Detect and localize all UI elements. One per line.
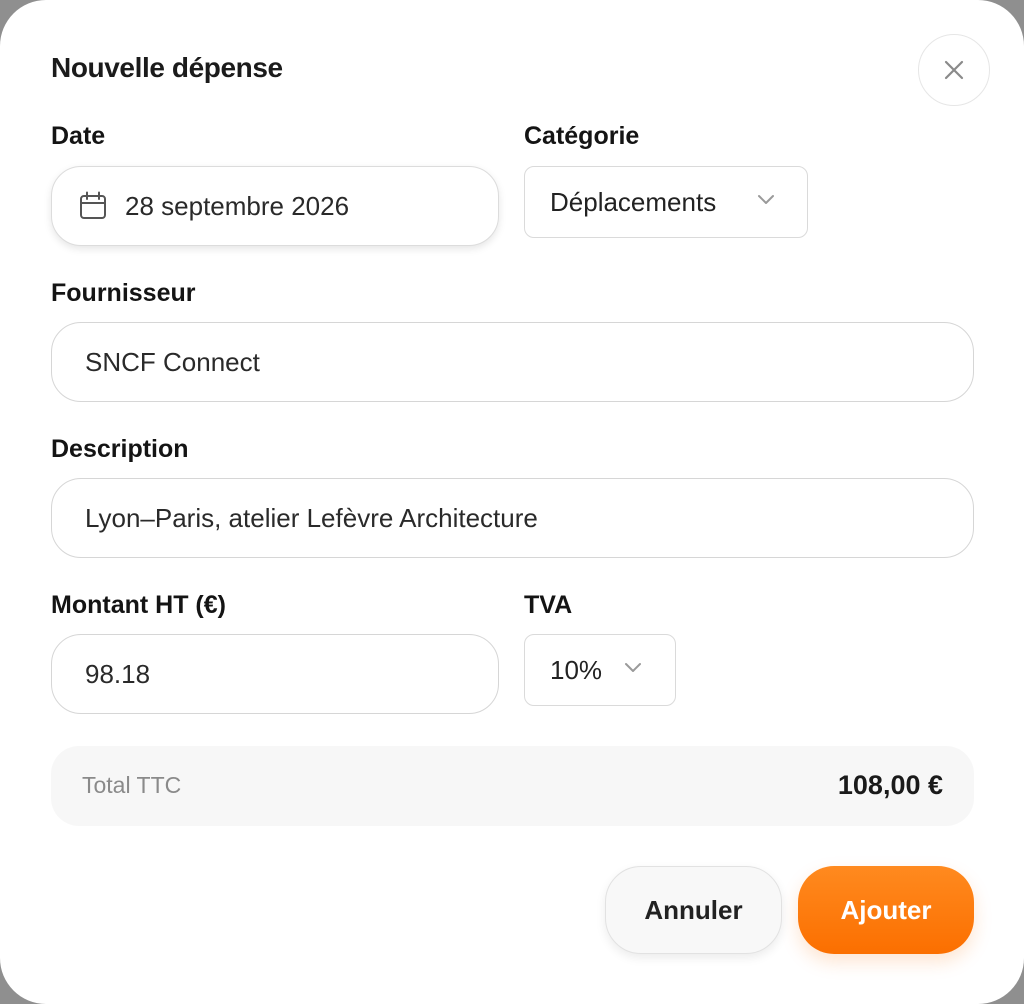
close-button[interactable]: [918, 34, 990, 106]
new-expense-dialog: Nouvelle dépense Date 28 septembre 2026 …: [0, 0, 1024, 1004]
date-value: 28 septembre 2026: [125, 190, 350, 221]
amount-input[interactable]: 98.18: [51, 634, 499, 714]
cancel-button[interactable]: Annuler: [605, 866, 782, 954]
description-label: Description: [51, 435, 189, 463]
vat-label: TVA: [524, 591, 573, 619]
total-value: 108,00 €: [837, 770, 943, 800]
calendar-icon: [80, 191, 106, 219]
total-label: Total TTC: [82, 772, 182, 798]
total-summary: Total TTC 108,00 €: [51, 746, 974, 826]
chevron-down-icon: [625, 663, 641, 672]
amount-value: 98.18: [85, 658, 151, 689]
category-label: Catégorie: [524, 122, 640, 150]
date-label: Date: [51, 122, 106, 150]
add-button[interactable]: Ajouter: [798, 866, 974, 954]
date-field[interactable]: 28 septembre 2026: [51, 166, 499, 246]
vat-value: 10%: [550, 654, 603, 685]
dialog-title: Nouvelle dépense: [51, 52, 283, 83]
close-icon: [944, 60, 964, 80]
amount-label: Montant HT (€): [51, 591, 226, 619]
supplier-value: SNCF Connect: [85, 346, 260, 377]
description-value: Lyon–Paris, atelier Lefèvre Architecture: [85, 502, 538, 533]
vat-select[interactable]: 10%: [524, 634, 676, 706]
category-select[interactable]: Déplacements: [524, 166, 808, 238]
supplier-label: Fournisseur: [51, 279, 196, 307]
supplier-input[interactable]: SNCF Connect: [51, 322, 974, 402]
chevron-down-icon: [758, 195, 774, 204]
category-value: Déplacements: [550, 186, 717, 217]
description-input[interactable]: Lyon–Paris, atelier Lefèvre Architecture: [51, 478, 974, 558]
